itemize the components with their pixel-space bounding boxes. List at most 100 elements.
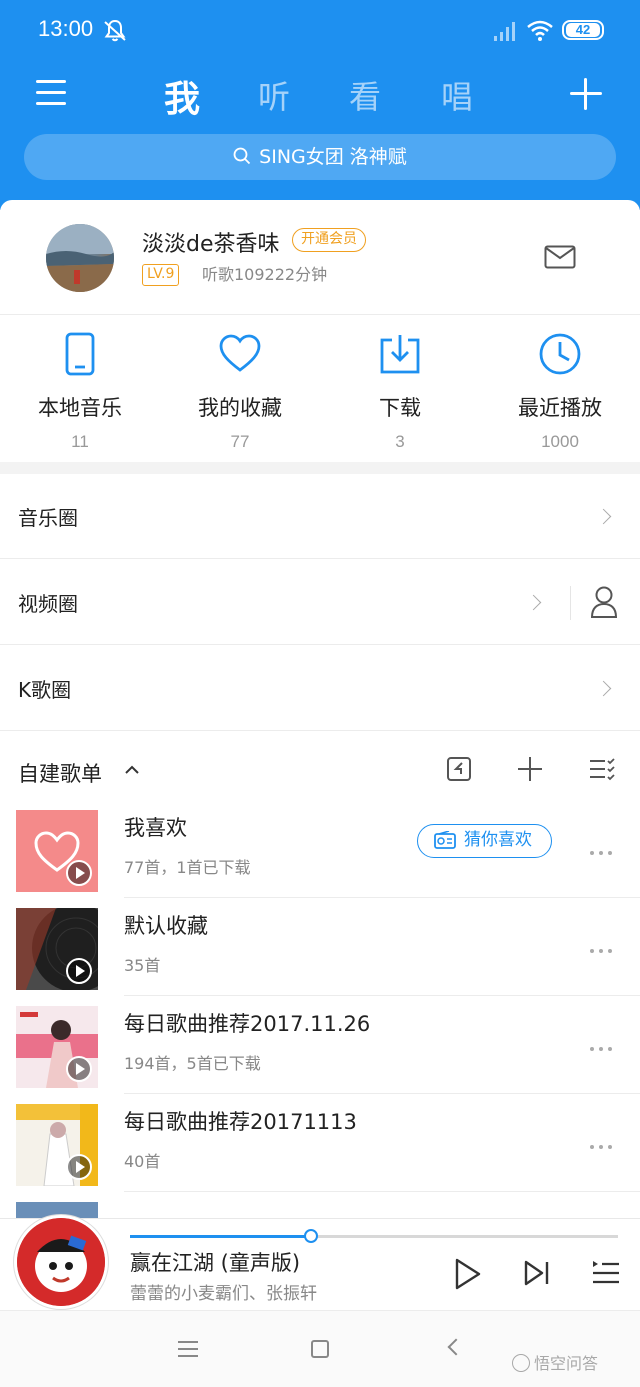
play-icon[interactable] [66, 1154, 92, 1180]
playlist-item[interactable]: 默认收藏 35首 [0, 898, 640, 996]
playlist-item[interactable]: 我喜欢 77首，1首已下载 猜你喜欢 [0, 800, 640, 898]
system-nav-bar [0, 1310, 640, 1387]
chevron-up-icon[interactable] [124, 762, 140, 778]
quick-label: 本地音乐 [38, 396, 122, 420]
quick-count: 1000 [541, 432, 579, 451]
progress-knob[interactable] [303, 1229, 318, 1243]
playlist-cover [16, 1006, 98, 1088]
search-icon [233, 147, 251, 165]
now-playing-cover[interactable] [14, 1215, 108, 1309]
clock-icon [539, 333, 581, 375]
quick-label: 最近播放 [518, 396, 602, 420]
guess-label: 猜你喜欢 [464, 830, 532, 850]
playlist-name: 默认收藏 [124, 914, 208, 938]
app-header: 13:00 42 我 听 看 唱 SING女团 洛神赋 [0, 0, 640, 210]
playlist-meta: 77首，1首已下载 [124, 858, 251, 877]
quick-count: 77 [230, 432, 250, 451]
playlist-meta: 40首 [124, 1152, 161, 1171]
tab-me[interactable]: 我 [164, 70, 200, 122]
person-icon[interactable] [590, 585, 618, 619]
playlists-title[interactable]: 自建歌单 [18, 758, 102, 788]
radio-icon [434, 831, 456, 849]
level-badge[interactable]: LV.9 [142, 264, 180, 286]
manage-list-icon[interactable] [589, 756, 615, 782]
quick-favorites[interactable]: 我的收藏 77 [160, 332, 320, 452]
quick-local-music[interactable]: 本地音乐 11 [0, 332, 160, 452]
more-icon[interactable] [590, 938, 618, 953]
vip-badge[interactable]: 开通会员 [292, 228, 366, 252]
play-icon[interactable] [66, 1056, 92, 1082]
song-title: 赢在江湖 (童声版) [130, 1251, 301, 1275]
battery-level: 42 [566, 23, 600, 37]
divider [0, 314, 640, 315]
chevron-right-icon [595, 680, 612, 697]
more-icon[interactable] [590, 1134, 618, 1149]
playlist-item[interactable]: 每日歌曲推荐20171113 40首 [0, 1094, 640, 1192]
avatar[interactable] [46, 224, 114, 292]
row-k-song-circle[interactable]: K歌圈 [0, 646, 640, 731]
next-track-icon[interactable] [524, 1259, 550, 1287]
playlist-cover [16, 1104, 98, 1186]
playlist-cover [16, 810, 98, 892]
row-video-circle[interactable]: 视频圈 [0, 560, 640, 645]
import-playlist-icon[interactable] [446, 756, 472, 782]
username[interactable]: 淡淡de茶香味 [142, 226, 280, 258]
heart-icon [219, 334, 261, 372]
tab-sing[interactable]: 唱 [441, 72, 473, 118]
status-time: 13:00 [38, 16, 94, 41]
profile-card: 淡淡de茶香味 开通会员 LV.9 听歌109222分钟 本地音乐 11 我的收… [0, 200, 640, 462]
quick-count: 11 [71, 432, 89, 451]
search-placeholder: SING女团 洛神赋 [259, 146, 407, 168]
quick-label: 我的收藏 [198, 396, 282, 420]
top-nav: 我 听 看 唱 [0, 62, 640, 130]
signal-icon [494, 22, 515, 41]
playlist-queue-icon[interactable] [592, 1259, 620, 1287]
guess-you-like-button[interactable]: 猜你喜欢 [417, 824, 552, 858]
watermark-text: 悟空问答 [534, 1354, 599, 1373]
quick-count: 3 [395, 432, 405, 451]
row-music-circle[interactable]: 音乐圈 [0, 474, 640, 559]
playlists-header: 自建歌单 [0, 732, 640, 810]
progress-fill [130, 1235, 311, 1238]
divider [570, 586, 571, 620]
row-label: 视频圈 [18, 592, 78, 616]
cartoon-cover-image [17, 1218, 105, 1306]
watermark-logo-icon [512, 1354, 530, 1372]
search-bar[interactable]: SING女团 洛神赋 [24, 134, 616, 180]
listen-time: 听歌109222分钟 [202, 265, 328, 284]
tab-listen[interactable]: 听 [258, 72, 290, 118]
mini-player[interactable]: 赢在江湖 (童声版) 蕾蕾的小麦霸们、张振轩 [0, 1215, 640, 1310]
more-icon[interactable] [590, 1036, 618, 1051]
home-icon[interactable] [311, 1340, 329, 1358]
status-bar: 13:00 42 [0, 0, 640, 62]
quick-recent[interactable]: 最近播放 1000 [480, 332, 640, 452]
play-icon[interactable] [454, 1257, 482, 1291]
progress-bar[interactable] [130, 1229, 618, 1243]
playlist-meta: 35首 [124, 956, 161, 975]
playlist-name: 我喜欢 [124, 816, 187, 840]
tab-watch[interactable]: 看 [349, 72, 381, 118]
mute-bell-icon [104, 19, 126, 42]
wifi-icon [527, 20, 553, 41]
hamburger-menu-icon[interactable] [36, 80, 66, 108]
play-icon[interactable] [66, 958, 92, 984]
battery-icon: 42 [562, 20, 604, 40]
playlist-name: 每日歌曲推荐20171113 [124, 1110, 357, 1134]
play-icon[interactable] [66, 860, 92, 886]
quick-label: 下载 [379, 396, 421, 420]
mail-icon[interactable] [544, 245, 576, 269]
quick-downloads[interactable]: 下载 3 [320, 332, 480, 452]
song-artist: 蕾蕾的小麦霸们、张振轩 [130, 1284, 317, 1304]
recent-apps-icon[interactable] [178, 1341, 198, 1357]
playlist-item[interactable]: 每日歌曲推荐2017.11.26 194首，5首已下载 [0, 996, 640, 1094]
plus-icon[interactable] [570, 78, 602, 110]
more-icon[interactable] [590, 840, 618, 855]
download-icon [380, 335, 420, 374]
chevron-right-icon [595, 508, 612, 525]
row-label: K歌圈 [18, 678, 72, 702]
add-playlist-icon[interactable] [517, 756, 543, 782]
watermark: 悟空问答 [512, 1350, 598, 1374]
divider [124, 1191, 640, 1192]
avatar-image [46, 224, 114, 292]
back-icon[interactable] [447, 1338, 465, 1356]
